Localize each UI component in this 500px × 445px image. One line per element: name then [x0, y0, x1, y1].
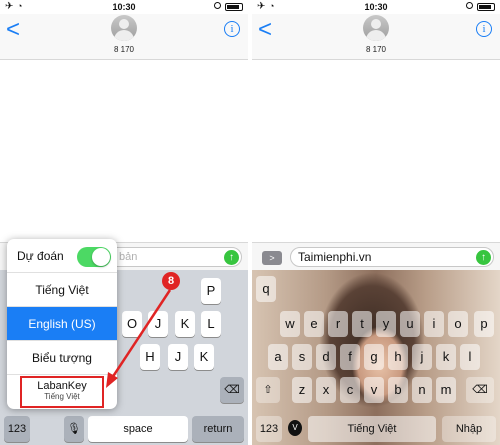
- key[interactable]: u: [400, 311, 420, 337]
- message-input-bar: > Taimienphi.vn ↑: [252, 242, 500, 270]
- key[interactable]: w: [280, 311, 300, 337]
- key[interactable]: r: [328, 311, 348, 337]
- avatar[interactable]: [363, 15, 389, 41]
- key-return[interactable]: Nhập: [442, 416, 496, 442]
- labankey-keyboard: q w e r t y u i o p a s d f g h j k l ⇧ …: [252, 270, 500, 445]
- contact-name: 8 170: [365, 45, 387, 54]
- key[interactable]: c: [340, 377, 360, 403]
- key[interactable]: h: [388, 344, 408, 370]
- key-123[interactable]: 123: [256, 416, 282, 442]
- delete-icon[interactable]: ⌫: [466, 377, 494, 403]
- message-input[interactable]: Taimienphi.vn ↑: [290, 247, 494, 267]
- right-phone-screen: ✈ ◔ 10:30 < 8 170 i > Taimienphi.vn ↑ q …: [252, 0, 500, 445]
- battery-icon: [477, 3, 495, 11]
- key[interactable]: a: [268, 344, 288, 370]
- key[interactable]: i: [424, 311, 444, 337]
- key[interactable]: o: [448, 311, 468, 337]
- labankey-logo-icon[interactable]: V: [288, 420, 302, 436]
- shift-icon[interactable]: ⇧: [256, 377, 280, 403]
- key[interactable]: x: [316, 377, 336, 403]
- key[interactable]: g: [364, 344, 384, 370]
- key[interactable]: l: [460, 344, 480, 370]
- key[interactable]: d: [316, 344, 336, 370]
- key[interactable]: y: [376, 311, 396, 337]
- key[interactable]: k: [436, 344, 456, 370]
- conversation-header: < 8 170 i: [252, 14, 500, 60]
- key[interactable]: t: [352, 311, 372, 337]
- key[interactable]: j: [412, 344, 432, 370]
- expand-apps-icon[interactable]: >: [262, 251, 282, 265]
- back-chevron-icon[interactable]: <: [258, 18, 272, 42]
- key[interactable]: n: [412, 377, 432, 403]
- key[interactable]: m: [436, 377, 456, 403]
- send-icon[interactable]: ↑: [476, 250, 491, 265]
- key[interactable]: e: [304, 311, 324, 337]
- key[interactable]: p: [474, 311, 494, 337]
- rotation-lock-icon: [466, 2, 473, 9]
- status-bar: ✈ ◔ 10:30: [252, 0, 500, 14]
- left-phone-screen: ✈ ◔ 10:30 < 8 170 i bản ↑ P O J K L H J …: [0, 0, 248, 445]
- key[interactable]: b: [388, 377, 408, 403]
- key[interactable]: z: [292, 377, 312, 403]
- key[interactable]: v: [364, 377, 384, 403]
- info-icon[interactable]: i: [476, 21, 492, 37]
- key[interactable]: f: [340, 344, 360, 370]
- key[interactable]: s: [292, 344, 312, 370]
- annotation-arrow: [106, 289, 172, 388]
- message-text: Taimienphi.vn: [298, 250, 372, 264]
- key[interactable]: q: [256, 276, 276, 302]
- key-space[interactable]: Tiếng Việt: [308, 416, 436, 442]
- status-time: 10:30: [364, 2, 388, 12]
- step-badge: 8: [162, 272, 180, 290]
